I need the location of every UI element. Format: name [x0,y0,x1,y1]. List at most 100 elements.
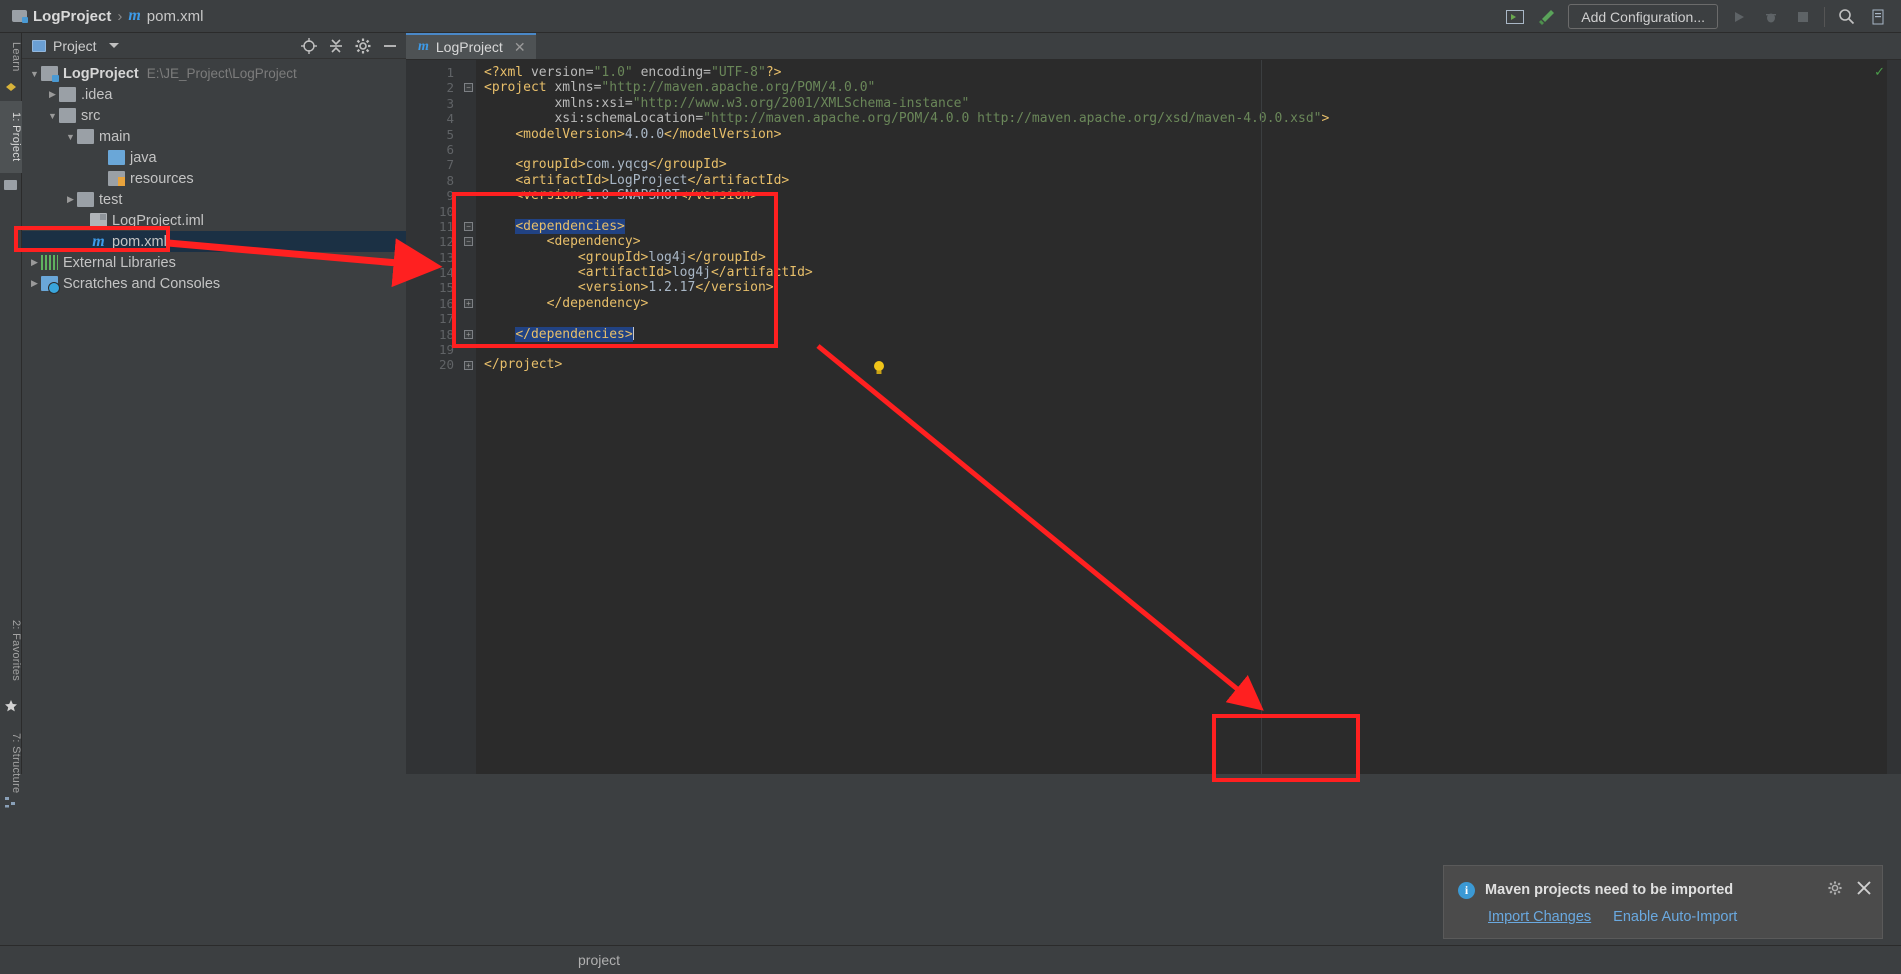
maven-m-icon: m [128,7,141,24]
tree-row-idea[interactable]: ▶ .idea [22,84,406,105]
chevron-down-icon[interactable]: ▼ [64,130,77,143]
code-line[interactable]: </project> [476,357,1901,372]
sidebar-item-learn[interactable]: Learn [0,35,22,79]
close-icon[interactable]: ✕ [514,39,526,56]
tree-row-label: src [81,107,101,124]
editor-markup-scrollbar[interactable] [1887,60,1901,774]
code-folding-gutter[interactable]: − − − + + + [462,60,476,774]
gear-icon[interactable] [353,36,373,56]
import-changes-link[interactable]: Import Changes [1488,909,1591,925]
tree-row-java[interactable]: java [22,147,406,168]
code-line[interactable]: </dependency> [476,296,1901,311]
add-configuration-button[interactable]: Add Configuration... [1568,4,1718,29]
editor-tab-logproject[interactable]: m LogProject ✕ [406,33,536,59]
line-number: 20 [438,357,454,373]
code-line[interactable] [476,142,1901,157]
line-number: 19 [438,342,454,358]
chevron-down-icon[interactable]: ▼ [28,67,41,80]
enable-auto-import-link[interactable]: Enable Auto-Import [1613,909,1737,925]
tree-row-test[interactable]: ▶ test [22,189,406,210]
line-number: 14 [438,265,454,281]
close-icon[interactable] [1856,880,1872,901]
search-everywhere-icon[interactable] [1835,6,1857,28]
checkmark-icon[interactable]: ✓ [1874,64,1885,80]
code-line[interactable]: <artifactId>log4j</artifactId> [476,265,1901,280]
star-icon[interactable] [4,699,18,713]
tree-row-src[interactable]: ▼ src [22,105,406,126]
code-line[interactable] [476,342,1901,357]
chevron-right-icon[interactable]: ▶ [28,256,41,269]
resources-folder-icon [108,171,125,186]
breadcrumb-separator: › [117,7,123,25]
code-line[interactable]: <version>1.2.17</version> [476,280,1901,295]
fold-expand-icon[interactable]: + [464,329,473,339]
debug-icon[interactable] [1760,6,1782,28]
tree-row-pom-xml[interactable]: m pom.xml [22,231,406,252]
tree-row-logproject[interactable]: ▼ LogProject E:\JE_Project\LogProject [22,63,406,84]
code-line[interactable]: <?xml version="1.0" encoding="UTF-8"?> [476,65,1901,80]
fold-collapse-icon[interactable]: − [464,222,473,231]
tree-row-label: LogProject.iml [112,212,204,229]
code-line[interactable]: </dependencies> [476,326,1901,342]
project-panel-title[interactable]: Project [53,38,97,54]
code-line[interactable]: <dependency> [476,234,1901,249]
line-number: 1 [446,65,454,80]
project-structure-icon[interactable] [1504,6,1526,28]
code-line[interactable] [476,311,1901,326]
sidebar-item-project[interactable]: 1: Project [0,101,22,173]
tree-row-iml[interactable]: LogProject.iml [22,210,406,231]
tree-row-label: pom.xml [112,233,167,250]
tree-row-resources[interactable]: resources [22,168,406,189]
tree-row-scratches[interactable]: ▶ Scratches and Consoles [22,273,406,294]
code-line[interactable]: <version>1.0-SNAPSHOT</version> [476,188,1901,203]
build-hammer-icon[interactable] [1536,6,1558,28]
code-line[interactable]: <modelVersion>4.0.0</modelVersion> [476,127,1901,142]
chevron-down-icon[interactable]: ▼ [46,109,59,122]
fold-expand-icon[interactable]: + [464,360,473,370]
code-editor[interactable]: 1 2 3 4 5 6 7 8 9 10 11 12 13 14 15 16 17 18 19 20 − − − + + + <… [406,60,1901,774]
tree-row-label: main [99,128,131,145]
idea-window: LogProject › m pom.xml Add Configuration… [0,0,1901,974]
chevron-right-icon[interactable]: ▶ [28,277,41,290]
stop-icon[interactable] [1792,6,1814,28]
maven-import-notification[interactable]: i Maven projects need to be imported Imp… [1443,865,1883,939]
code-line[interactable]: <groupId>log4j</groupId> [476,250,1901,265]
project-icon[interactable] [4,178,18,192]
chevron-down-icon[interactable] [104,36,124,56]
line-number: 2 [446,80,454,96]
run-icon[interactable] [1728,6,1750,28]
code-line[interactable]: <dependencies> [476,218,1901,234]
code-line[interactable] [476,204,1901,219]
breadcrumb-file[interactable]: pom.xml [147,8,204,25]
chevron-right-icon[interactable]: ▶ [46,88,59,101]
lightbulb-icon[interactable] [872,360,886,376]
code-text[interactable]: <?xml version="1.0" encoding="UTF-8"?> <p… [476,60,1901,774]
tree-row-external-libraries[interactable]: ▶ External Libraries [22,252,406,273]
chevron-right-icon[interactable]: ▶ [64,193,77,206]
tree-row-main[interactable]: ▼ main [22,126,406,147]
code-line[interactable]: xmlns:xsi="http://www.w3.org/2001/XMLSch… [476,96,1901,111]
structure-icon[interactable] [4,795,18,809]
code-line[interactable]: <artifactId>LogProject</artifactId> [476,173,1901,188]
code-line[interactable]: <groupId>com.yqcg</groupId> [476,157,1901,172]
collapse-all-icon[interactable] [326,36,346,56]
fold-expand-icon[interactable]: + [464,299,473,308]
fold-collapse-icon[interactable]: − [464,83,473,93]
minimize-icon[interactable] [380,36,400,56]
code-line[interactable]: xsi:schemaLocation="http://maven.apache.… [476,111,1901,126]
more-icon[interactable] [1867,6,1889,28]
maven-m-icon: m [92,233,105,250]
line-number: 5 [446,126,454,142]
tree-row-label: java [130,149,157,166]
gear-icon[interactable] [1828,880,1842,900]
learn-icon[interactable] [4,81,18,95]
locate-target-icon[interactable] [299,36,319,56]
sidebar-item-structure[interactable]: 7: Structure [0,723,22,803]
sidebar-item-favorites[interactable]: 2: Favorites [0,608,22,694]
code-line[interactable]: <project xmlns="http://maven.apache.org/… [476,80,1901,95]
project-view-icon [32,39,46,52]
breadcrumb-project[interactable]: LogProject [33,8,111,25]
fold-collapse-icon[interactable]: − [464,237,473,247]
